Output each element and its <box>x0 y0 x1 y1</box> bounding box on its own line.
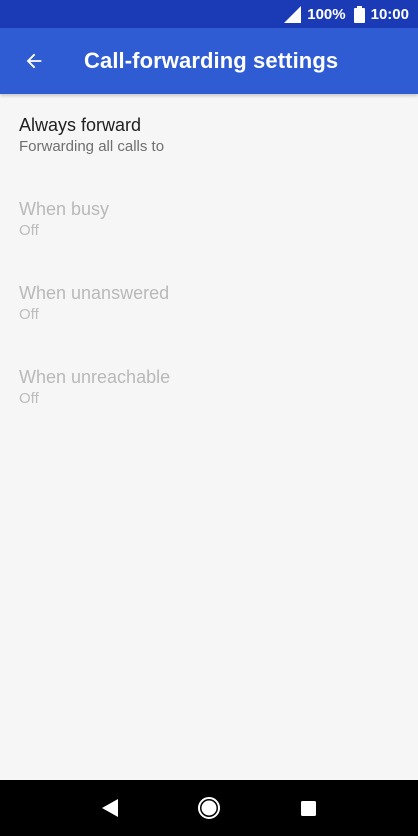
arrow-back-icon <box>26 53 42 69</box>
nav-back-button[interactable] <box>90 788 130 828</box>
nav-home-button[interactable] <box>189 788 229 828</box>
setting-when-busy: When busy Off <box>0 178 418 262</box>
navigation-bar <box>0 780 418 836</box>
page-title: Call-forwarding settings <box>84 48 339 73</box>
nav-recents-icon <box>300 800 316 816</box>
setting-summary: Off <box>19 222 39 239</box>
setting-title: When busy <box>19 199 110 219</box>
screen: 100% 10:00 Call-forwarding settings Alwa… <box>0 0 418 836</box>
setting-title: When unreachable <box>19 367 171 387</box>
setting-summary: Off <box>19 390 39 407</box>
setting-when-unreachable: When unreachable Off <box>0 346 418 430</box>
nav-home-icon <box>197 797 220 819</box>
setting-title: When unanswered <box>19 283 170 303</box>
clock: 10:00 <box>370 5 409 23</box>
signal-icon <box>284 5 302 23</box>
app-bar: Call-forwarding settings <box>0 28 418 94</box>
back-button[interactable] <box>16 43 52 79</box>
battery-percent: 100% <box>307 5 346 23</box>
battery-icon <box>353 5 365 23</box>
settings-list: Always forward Forwarding all calls to W… <box>0 94 418 430</box>
setting-when-unanswered: When unanswered Off <box>0 262 418 346</box>
setting-always-forward[interactable]: Always forward Forwarding all calls to <box>0 94 418 178</box>
setting-summary: Forwarding all calls to <box>19 138 165 155</box>
nav-back-icon <box>101 799 118 817</box>
setting-summary: Off <box>19 306 39 323</box>
nav-recents-button[interactable] <box>288 788 328 828</box>
status-bar: 100% 10:00 <box>0 0 418 28</box>
setting-title: Always forward <box>19 115 142 135</box>
